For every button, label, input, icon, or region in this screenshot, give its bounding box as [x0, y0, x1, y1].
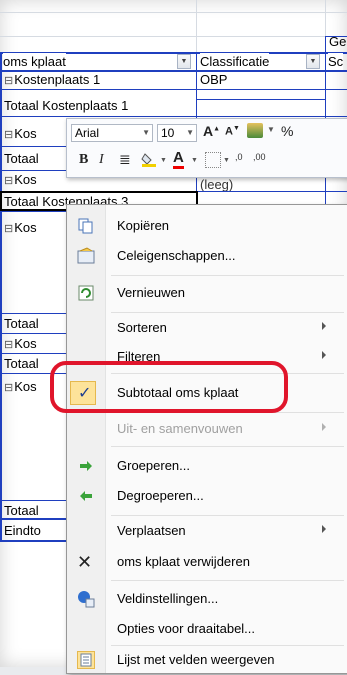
grand-total-row[interactable]: Eindto [4, 522, 41, 539]
pivot-row-label[interactable]: ⊟Kos [4, 125, 37, 144]
submenu-arrow-icon [322, 322, 326, 330]
field-settings-icon [77, 590, 95, 608]
pivot-subtotal-row[interactable]: Totaal [4, 502, 39, 519]
menu-item-remove-field[interactable]: ✕ oms kplaat verwijderen [67, 547, 347, 577]
pivot-row-label[interactable]: ⊟Kos [4, 171, 37, 190]
pivot-subtotal-row[interactable]: Totaal [4, 150, 39, 167]
font-color-button[interactable]: A [173, 149, 184, 169]
pivot-row-label[interactable]: ⊟Kos [4, 378, 37, 397]
menu-separator [111, 580, 344, 581]
context-menu: Kopiëren Celeigenschappen... Vernieuwen … [66, 204, 347, 674]
gridline [0, 12, 347, 13]
copy-icon [77, 217, 95, 235]
pivot-row-label[interactable]: ⊟Kos [4, 219, 37, 238]
font-name-combo[interactable]: Arial ▼ [71, 124, 153, 142]
column-header-partial: Sc [328, 53, 344, 70]
menu-item-show-field-list[interactable]: Lijst met velden weergeven [67, 645, 347, 675]
font-size-combo[interactable]: 10 ▼ [157, 124, 197, 142]
menu-item-ungroup[interactable]: Degroeperen... [67, 481, 347, 511]
pivot-row-label[interactable]: ⊟Kos [4, 335, 37, 354]
ungroup-arrow-icon [77, 487, 95, 505]
delete-x-icon: ✕ [77, 552, 93, 572]
menu-separator [111, 446, 344, 447]
pivot-row-label[interactable]: ⊟Kostenplaats 1 [4, 71, 100, 90]
bold-button[interactable]: B [79, 152, 88, 168]
gridline [0, 36, 347, 37]
filter-dropdown-button[interactable]: ▼ [177, 54, 191, 69]
column-header-oms-kplaat: oms kplaat [3, 53, 66, 70]
refresh-icon [77, 284, 95, 302]
decrease-decimal-button[interactable]: ,00 [253, 152, 266, 162]
pivot-subtotal-row[interactable]: Totaal Kostenplaats 1 [4, 97, 128, 114]
dropdown-arrow-icon[interactable]: ▼ [160, 157, 167, 164]
field-list-icon [77, 651, 95, 669]
column-header-classificatie: Classificatie [200, 53, 270, 70]
pivot-subtotal-row[interactable]: Totaal [4, 315, 39, 332]
mini-toolbar: Arial ▼ 10 ▼ A▲ A▼ ▼ % B I ≣ ▼ A ▼ ▼ ,0 ,0… [66, 118, 347, 178]
percent-button[interactable]: % [281, 123, 293, 139]
grow-font-button[interactable]: A▲ [203, 123, 220, 139]
format-cells-icon [77, 247, 95, 265]
align-center-icon[interactable]: ≣ [119, 151, 131, 168]
menu-item-pivot-options[interactable]: Opties voor draaitabel... [67, 614, 347, 644]
submenu-arrow-icon [322, 351, 326, 359]
filter-dropdown-button[interactable]: ▼ [306, 54, 320, 69]
fill-color-icon[interactable] [141, 151, 157, 167]
menu-item-move[interactable]: Verplaatsen [67, 516, 347, 546]
menu-item-copy[interactable]: Kopiëren [67, 211, 347, 241]
dropdown-arrow-icon[interactable]: ▼ [267, 125, 275, 134]
dropdown-arrow-icon[interactable]: ▼ [223, 157, 230, 164]
submenu-arrow-icon [322, 525, 326, 533]
menu-item-expand-collapse: Uit- en samenvouwen [67, 414, 347, 444]
menu-item-refresh[interactable]: Vernieuwen [67, 278, 347, 308]
submenu-arrow-icon [322, 423, 326, 431]
menu-item-format-cells[interactable]: Celeigenschappen... [67, 241, 347, 271]
pivot-cell-value[interactable]: OBP [200, 71, 227, 88]
menu-item-sort[interactable]: Sorteren [67, 313, 347, 343]
menu-item-field-settings[interactable]: Veldinstellingen... [67, 584, 347, 614]
shrink-font-button[interactable]: A▼ [225, 125, 240, 138]
italic-button[interactable]: I [99, 152, 104, 168]
dropdown-arrow-icon[interactable]: ▼ [191, 157, 198, 164]
red-annotation-highlight [50, 361, 288, 413]
group-arrow-icon [77, 457, 95, 475]
menu-separator [111, 275, 344, 276]
header-right-top: Ge [329, 34, 347, 49]
pivot-subtotal-row[interactable]: Totaal [4, 355, 39, 372]
format-painter-icon[interactable] [247, 123, 263, 138]
borders-icon[interactable] [205, 152, 221, 168]
menu-item-group[interactable]: Groeperen... [67, 451, 347, 481]
increase-decimal-button[interactable]: ,0 [235, 152, 243, 162]
